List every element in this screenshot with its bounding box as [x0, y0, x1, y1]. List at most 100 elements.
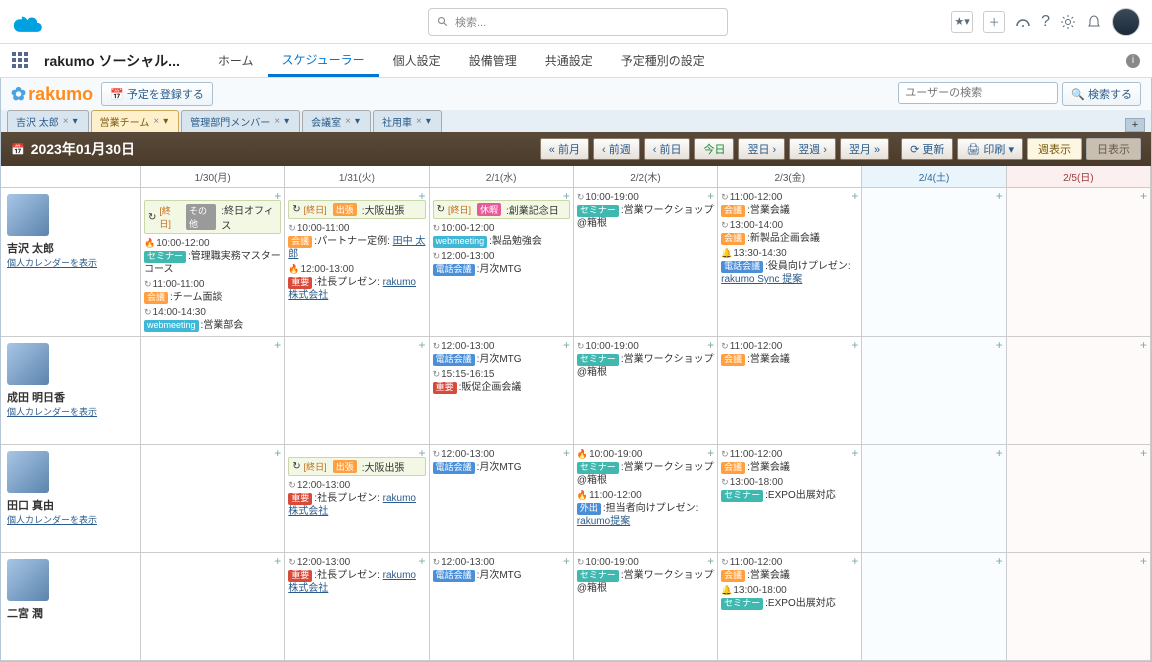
day-cell[interactable]: + [862, 337, 1006, 445]
gauge-icon[interactable] [1015, 14, 1031, 30]
day-cell[interactable]: + [862, 188, 1006, 337]
add-event-icon[interactable]: + [707, 189, 714, 203]
add-event-icon[interactable]: + [707, 554, 714, 568]
update-button[interactable]: ⟳ 更新 [901, 138, 953, 160]
sf-tab-1[interactable]: スケジューラー [268, 44, 379, 77]
add-event-icon[interactable]: + [707, 338, 714, 352]
day-cell[interactable]: +↻ [終日]その他:終日オフィス10:00-12:00セミナー:管理職実務マス… [141, 188, 285, 337]
day-cell[interactable]: +11:00-12:00会議:営業会議13:00-18:00セミナー:EXPO出… [718, 445, 862, 553]
event[interactable]: 12:00-13:00電話会議:月次MTG [433, 448, 570, 474]
sf-tab-3[interactable]: 設備管理 [455, 44, 531, 77]
close-tab-icon[interactable]: × [416, 116, 422, 127]
allday-event[interactable]: ↻ [終日]出張:大阪出張 [288, 457, 425, 476]
user-calendar-link[interactable]: 個人カレンダーを表示 [7, 515, 97, 525]
allday-event[interactable]: ↻ [終日]その他:終日オフィス [144, 200, 281, 234]
add-icon[interactable]: ＋ [983, 11, 1005, 33]
event[interactable]: 10:00-12:00webmeeting:製品勉強会 [433, 222, 570, 248]
add-event-icon[interactable]: + [996, 446, 1003, 460]
event[interactable]: 12:00-13:00重要:社長プレゼン: rakumo株式会社 [288, 263, 425, 302]
event[interactable]: 14:00-14:30webmeeting:営業部会 [144, 306, 281, 332]
day-cell[interactable]: + [1007, 337, 1151, 445]
add-event-icon[interactable]: + [851, 189, 858, 203]
add-event-icon[interactable]: + [851, 554, 858, 568]
day-cell[interactable]: + [1007, 445, 1151, 553]
event[interactable]: 13:00-18:00セミナー:EXPO出展対応 [721, 476, 858, 502]
gear-icon[interactable] [1060, 14, 1076, 30]
day-cell[interactable]: +12:00-13:00電話会議:月次MTG [430, 445, 574, 553]
rk-tab-2[interactable]: 管理部門メンバー × ▾ [181, 110, 300, 132]
sf-tab-2[interactable]: 個人設定 [379, 44, 455, 77]
add-event-icon[interactable]: + [419, 189, 426, 203]
info-icon[interactable]: i [1126, 54, 1140, 68]
day-cell[interactable]: +11:00-12:00会議:営業会議 [718, 337, 862, 445]
event[interactable]: 12:00-13:00電話会議:月次MTG [433, 556, 570, 582]
user-avatar[interactable] [1112, 8, 1140, 36]
prev-day-button[interactable]: ‹ 前日 [644, 138, 691, 160]
add-event-icon[interactable]: + [1140, 446, 1147, 460]
user-search-input[interactable] [898, 82, 1058, 104]
event[interactable]: 12:00-13:00重要:社長プレゼン: rakumo株式会社 [288, 556, 425, 595]
sf-tab-5[interactable]: 予定種別の設定 [607, 44, 719, 77]
rk-tab-0[interactable]: 吉沢 太郎 × ▾ [7, 110, 89, 132]
close-tab-icon[interactable]: × [153, 116, 159, 127]
add-event-icon[interactable]: + [563, 338, 570, 352]
close-tab-icon[interactable]: × [274, 116, 280, 127]
next-day-button[interactable]: 翌日 › [738, 138, 785, 160]
help-icon[interactable]: ? [1041, 13, 1050, 31]
add-tab-button[interactable]: + [1125, 118, 1145, 132]
event[interactable]: 12:00-13:00電話会議:月次MTG [433, 250, 570, 276]
day-cell[interactable]: + [1007, 188, 1151, 337]
day-cell[interactable]: +↻ [終日]出張:大阪出張10:00-11:00会議:パートナー定例: 田中 … [285, 188, 429, 337]
add-event-icon[interactable]: + [996, 554, 1003, 568]
day-cell[interactable]: + [1007, 553, 1151, 661]
add-event-icon[interactable]: + [274, 446, 281, 460]
next-month-button[interactable]: 翌月 » [840, 138, 889, 160]
event[interactable]: 10:00-11:00会議:パートナー定例: 田中 太郎 [288, 222, 425, 261]
day-cell[interactable]: + [141, 337, 285, 445]
event[interactable]: 11:00-12:00会議:営業会議 [721, 340, 858, 366]
prev-month-button[interactable]: « 前月 [540, 138, 589, 160]
event[interactable]: 11:00-12:00会議:営業会議 [721, 448, 858, 474]
close-tab-icon[interactable]: × [345, 116, 351, 127]
event[interactable]: 11:00-12:00会議:営業会議 [721, 191, 858, 217]
day-cell[interactable]: + [141, 445, 285, 553]
day-cell[interactable]: + [141, 553, 285, 661]
day-cell[interactable]: +10:00-19:00セミナー:営業ワークショップ @箱根 [574, 337, 718, 445]
add-event-icon[interactable]: + [563, 446, 570, 460]
event[interactable]: 10:00-12:00セミナー:管理職実務マスターコース [144, 237, 281, 276]
event[interactable]: 10:00-19:00セミナー:営業ワークショップ @箱根 [577, 556, 714, 595]
day-cell[interactable]: + [285, 337, 429, 445]
add-event-icon[interactable]: + [1140, 338, 1147, 352]
day-cell[interactable]: +↻ [終日]出張:大阪出張 12:00-13:00重要:社長プレゼン: raku… [285, 445, 429, 553]
day-cell[interactable]: +10:00-19:00セミナー:営業ワークショップ @箱根 [574, 188, 718, 337]
event[interactable]: 13:00-18:00セミナー:EXPO出展対応 [721, 584, 858, 610]
user-search-button[interactable]: 🔍 検索する [1062, 82, 1141, 106]
sf-tab-4[interactable]: 共通設定 [531, 44, 607, 77]
day-view-toggle[interactable]: 日表示 [1086, 138, 1141, 160]
event[interactable]: 12:00-13:00重要:社長プレゼン: rakumo株式会社 [288, 479, 425, 518]
event[interactable]: 11:00-12:00会議:営業会議 [721, 556, 858, 582]
add-event-icon[interactable]: + [274, 338, 281, 352]
app-launcher-icon[interactable] [12, 52, 30, 70]
user-calendar-link[interactable]: 個人カレンダーを表示 [7, 407, 97, 417]
rk-tab-4[interactable]: 社用車 × ▾ [373, 110, 442, 132]
add-event-icon[interactable]: + [419, 446, 426, 460]
add-event-icon[interactable]: + [851, 338, 858, 352]
add-event-icon[interactable]: + [996, 189, 1003, 203]
rk-tab-1[interactable]: 営業チーム × ▾ [91, 110, 180, 132]
day-cell[interactable]: +↻ [終日]休暇:創業記念日10:00-12:00webmeeting:製品勉… [430, 188, 574, 337]
event[interactable]: 13:30-14:30電話会議:役員向けプレゼン: rakumo Sync 提案 [721, 247, 858, 286]
add-event-icon[interactable]: + [274, 554, 281, 568]
close-tab-icon[interactable]: × [63, 116, 69, 127]
print-button[interactable]: 🖨 印刷 ▾ [957, 138, 1023, 160]
favorites-icon[interactable]: ★▾ [951, 11, 973, 33]
day-cell[interactable]: +12:00-13:00重要:社長プレゼン: rakumo株式会社 [285, 553, 429, 661]
day-cell[interactable]: +12:00-13:00電話会議:月次MTG15:15-16:15重要:販促企画… [430, 337, 574, 445]
sf-tab-0[interactable]: ホーム [204, 44, 268, 77]
day-cell[interactable]: + [862, 445, 1006, 553]
add-event-icon[interactable]: + [563, 189, 570, 203]
event[interactable]: 12:00-13:00電話会議:月次MTG [433, 340, 570, 366]
next-week-button[interactable]: 翌週 › [789, 138, 836, 160]
event[interactable]: 10:00-19:00セミナー:営業ワークショップ @箱根 [577, 340, 714, 379]
rk-tab-3[interactable]: 会議室 × ▾ [302, 110, 371, 132]
